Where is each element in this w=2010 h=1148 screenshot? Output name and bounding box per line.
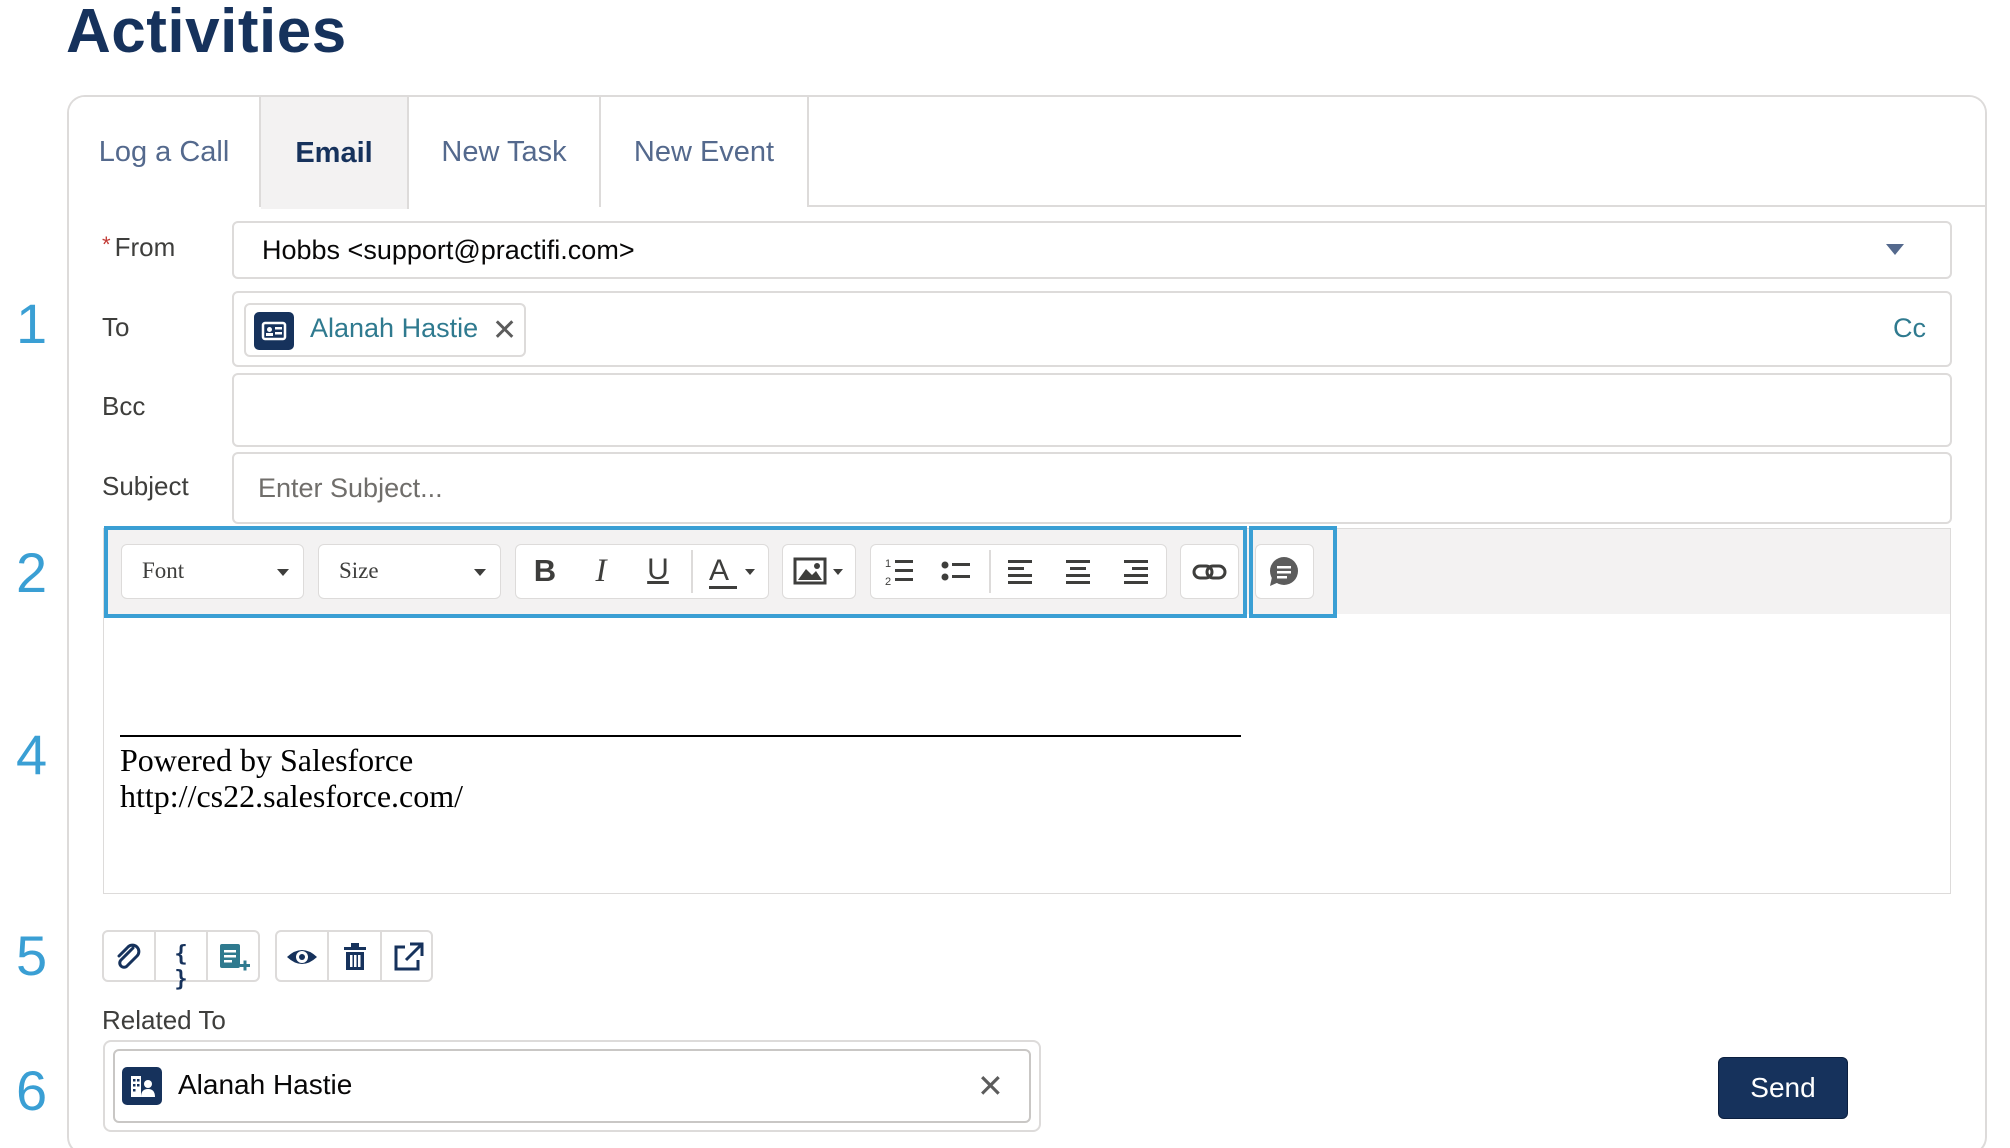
- annotation-number-1: 1: [16, 292, 48, 355]
- annotation-box-2: [104, 526, 1247, 618]
- attach-icon[interactable]: [111, 940, 147, 974]
- from-label-text: From: [114, 232, 176, 262]
- tab-email[interactable]: Email: [261, 97, 409, 209]
- signature-link[interactable]: http://cs22.salesforce.com/: [120, 778, 463, 814]
- bcc-field[interactable]: [232, 373, 1952, 447]
- related-to-value: Alanah Hastie: [178, 1069, 353, 1100]
- remove-recipient-icon[interactable]: ✕: [492, 313, 517, 348]
- annotation-box-3: [1249, 526, 1337, 618]
- tab-new-task-label: New Task: [441, 135, 567, 168]
- contact-icon: [254, 312, 294, 350]
- annotation-number-6: 6: [16, 1059, 48, 1122]
- button-divider: [380, 932, 382, 980]
- tab-email-label: Email: [295, 136, 373, 169]
- tab-new-task[interactable]: New Task: [409, 97, 601, 207]
- related-to-label: Related To: [102, 1005, 226, 1035]
- page-title: Activities: [66, 0, 347, 66]
- cc-link[interactable]: Cc: [1893, 313, 1926, 344]
- required-marker: *: [102, 232, 111, 257]
- signature-divider: [120, 735, 1241, 737]
- button-divider: [327, 932, 329, 980]
- from-label: * From: [102, 232, 175, 263]
- merge-field-icon[interactable]: { }: [165, 942, 197, 992]
- send-button-label: Send: [1750, 1072, 1816, 1103]
- to-label: To: [102, 312, 130, 342]
- chevron-down-icon[interactable]: [1886, 244, 1904, 255]
- button-divider: [154, 932, 156, 980]
- subject-input[interactable]: [232, 452, 1952, 524]
- signature-line-1: Powered by Salesforce: [120, 742, 414, 778]
- subject-placeholder: Enter Subject...: [258, 473, 443, 503]
- tab-log-a-call[interactable]: Log a Call: [69, 97, 261, 207]
- household-icon: [122, 1067, 162, 1105]
- tab-log-a-call-label: Log a Call: [98, 135, 230, 168]
- annotation-number-4: 4: [16, 723, 48, 786]
- subject-label: Subject: [102, 471, 189, 501]
- tab-new-event[interactable]: New Event: [601, 97, 809, 207]
- pop-out-icon[interactable]: [390, 940, 426, 974]
- recipient-name: Alanah Hastie: [310, 313, 479, 343]
- tab-new-event-label: New Event: [633, 135, 775, 168]
- template-add-icon[interactable]: [216, 940, 252, 974]
- preview-eye-icon[interactable]: [284, 940, 320, 974]
- trash-icon[interactable]: [338, 940, 372, 974]
- annotation-number-2: 2: [16, 541, 48, 604]
- clear-selection-icon[interactable]: ✕: [977, 1067, 1004, 1105]
- button-divider: [206, 932, 208, 980]
- bcc-label: Bcc: [102, 391, 146, 421]
- send-button[interactable]: Send: [1718, 1057, 1848, 1119]
- from-value: Hobbs <support@practifi.com>: [262, 235, 635, 265]
- annotation-number-5: 5: [16, 924, 48, 987]
